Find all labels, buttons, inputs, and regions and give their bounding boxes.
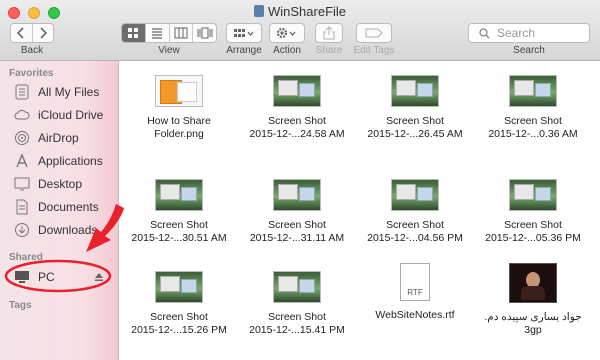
highlight-ellipse <box>4 259 112 293</box>
annotation-overlay <box>4 204 124 293</box>
annotation-arrow <box>86 204 124 252</box>
finder-window: WinShareFile Back View Arrange Action Sh… <box>0 0 600 360</box>
